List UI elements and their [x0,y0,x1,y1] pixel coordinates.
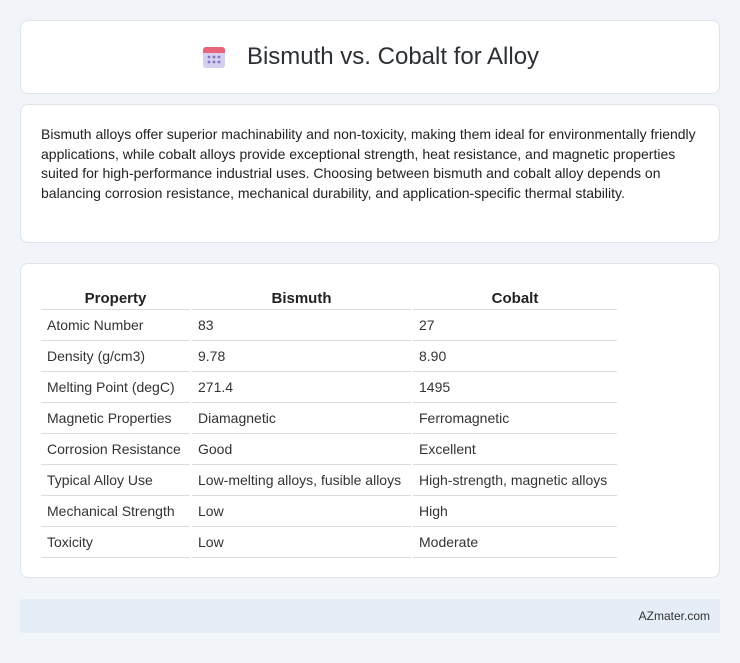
cell-cobalt: Excellent [411,433,617,465]
cell-bismuth: 83 [190,309,412,341]
cell-cobalt: Ferromagnetic [411,402,617,434]
cell-cobalt: Moderate [411,526,617,558]
table-row: Magnetic Properties Diamagnetic Ferromag… [41,402,617,434]
calendar-icon [202,47,225,68]
cell-bismuth: Good [190,433,412,465]
comparison-card: Property Bismuth Cobalt Atomic Number 83… [20,263,720,578]
title-card: Bismuth vs. Cobalt for Alloy [20,20,720,94]
table-row: Atomic Number 83 27 [41,309,617,341]
cell-property: Melting Point (degC) [41,371,191,403]
cell-bismuth: Low [190,526,412,558]
cell-cobalt: High [411,495,617,527]
header-bismuth: Bismuth [190,287,412,310]
table-row: Toxicity Low Moderate [41,526,617,558]
cell-bismuth: Diamagnetic [190,402,412,434]
cell-property: Density (g/cm3) [41,340,191,372]
table-row: Density (g/cm3) 9.78 8.90 [41,340,617,372]
cell-bismuth: 271.4 [190,371,412,403]
cell-bismuth: 9.78 [190,340,412,372]
summary-text: Bismuth alloys offer superior machinabil… [41,126,696,201]
page-title: Bismuth vs. Cobalt for Alloy [246,43,540,70]
footer: AZmater.com [20,599,720,633]
header-cobalt: Cobalt [411,287,617,310]
table-row: Melting Point (degC) 271.4 1495 [41,371,617,403]
cell-bismuth: Low-melting alloys, fusible alloys [190,464,412,496]
cell-property: Corrosion Resistance [41,433,191,465]
table-row: Corrosion Resistance Good Excellent [41,433,617,465]
cell-property: Toxicity [41,526,191,558]
cell-cobalt: 1495 [411,371,617,403]
header-property: Property [41,287,191,310]
cell-property: Atomic Number [41,309,191,341]
cell-bismuth: Low [190,495,412,527]
footer-brand: AZmater.com [638,609,710,623]
cell-cobalt: High-strength, magnetic alloys [411,464,617,496]
cell-property: Mechanical Strength [41,495,191,527]
table-header-row: Property Bismuth Cobalt [41,287,617,310]
table-row: Typical Alloy Use Low-melting alloys, fu… [41,464,617,496]
cell-cobalt: 8.90 [411,340,617,372]
cell-property: Magnetic Properties [41,402,191,434]
table-row: Mechanical Strength Low High [41,495,617,527]
comparison-table: Property Bismuth Cobalt Atomic Number 83… [41,287,617,558]
cell-property: Typical Alloy Use [41,464,191,496]
cell-cobalt: 27 [411,309,617,341]
summary-card: Bismuth alloys offer superior machinabil… [20,104,720,243]
title-wrap: Bismuth vs. Cobalt for Alloy [201,43,539,71]
